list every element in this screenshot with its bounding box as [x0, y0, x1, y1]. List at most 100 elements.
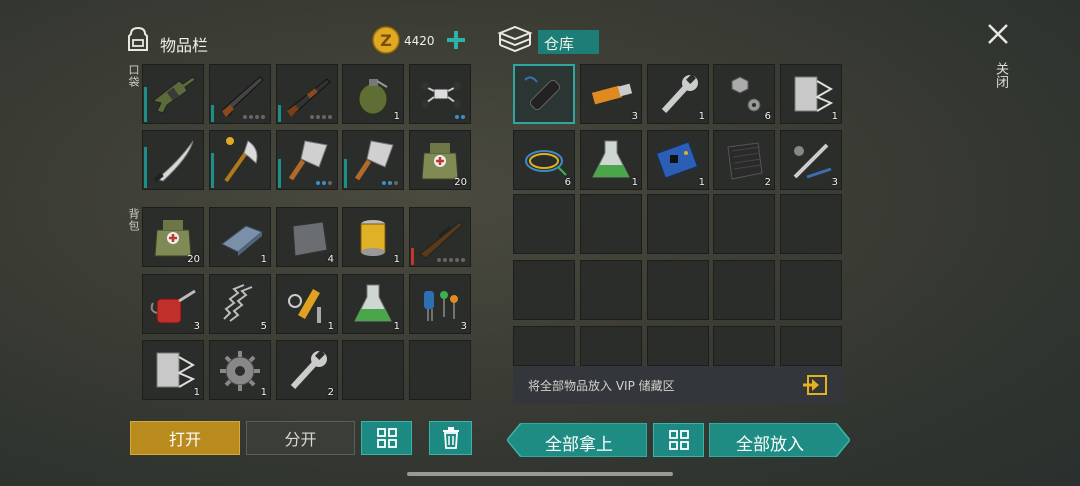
item-slot[interactable]: 6 [713, 64, 775, 124]
item-count: 3 [460, 321, 467, 332]
item-count: 3 [193, 321, 200, 332]
close-icon [988, 24, 1008, 44]
item-count: 1 [193, 387, 200, 398]
item-slot[interactable]: 2 [276, 340, 338, 400]
gear-icon [220, 351, 260, 391]
item-count: 1 [393, 254, 400, 265]
empty-slot[interactable] [513, 260, 575, 320]
item-slot[interactable] [409, 64, 471, 124]
item-count: 1 [393, 321, 400, 332]
upgrade-dots [437, 258, 465, 262]
cleaver-icon [288, 140, 328, 181]
item-slot[interactable] [209, 130, 271, 190]
put-all-button[interactable]: 全部放入 [709, 423, 850, 457]
item-slot[interactable]: 20 [409, 130, 471, 190]
metal-plate-icon [292, 221, 328, 257]
item-slot[interactable]: 3 [142, 274, 204, 334]
item-count: 3 [831, 177, 838, 188]
item-slot[interactable]: 1 [342, 64, 404, 124]
storage-sort-button[interactable] [653, 423, 704, 457]
empty-slot[interactable] [513, 194, 575, 254]
pump-shotgun-icon [287, 78, 331, 117]
upgrade-dots [316, 181, 332, 185]
item-slot[interactable]: 1 [780, 64, 842, 124]
item-slot[interactable]: 1 [342, 274, 404, 334]
item-slot[interactable] [513, 64, 575, 124]
svg-text:Z: Z [380, 31, 392, 50]
item-slot[interactable] [142, 64, 204, 124]
split-button[interactable]: 分开 [246, 421, 355, 455]
add-coins-button[interactable] [446, 30, 466, 50]
pocket-label: 口袋 [127, 64, 140, 88]
item-slot[interactable] [409, 207, 471, 267]
circuit-board-icon [655, 141, 699, 179]
empty-slot[interactable] [713, 194, 775, 254]
arrow-right-icon[interactable] [802, 374, 828, 396]
duct-tape-icon [156, 352, 196, 388]
storage-tab[interactable]: 仓库 [538, 30, 599, 54]
empty-slot[interactable] [647, 194, 709, 254]
take-all-button[interactable]: 全部拿上 [507, 423, 647, 457]
empty-slot[interactable] [780, 194, 842, 254]
empty-slot[interactable] [647, 326, 709, 366]
item-count: 20 [187, 254, 200, 265]
item-slot[interactable]: 1 [647, 64, 709, 124]
item-slot[interactable]: 3 [780, 130, 842, 190]
coin-count: 4420 [404, 34, 435, 48]
item-slot[interactable]: 20 [142, 207, 204, 267]
empty-slot[interactable] [780, 326, 842, 366]
empty-slot[interactable] [580, 260, 642, 320]
durability-bar [344, 159, 347, 188]
empty-slot[interactable] [713, 326, 775, 366]
empty-slot[interactable] [713, 260, 775, 320]
oil-filter-icon [360, 220, 386, 256]
duct-tape-icon [794, 76, 834, 112]
item-count: 2 [764, 177, 771, 188]
item-slot[interactable]: 2 [713, 130, 775, 190]
item-slot[interactable]: 4 [276, 207, 338, 267]
empty-slot[interactable] [580, 326, 642, 366]
item-slot[interactable]: 1 [342, 207, 404, 267]
usb-drive-icon [591, 83, 633, 105]
wires-icon [525, 150, 567, 176]
item-slot[interactable]: 1 [142, 340, 204, 400]
item-slot[interactable]: 1 [209, 340, 271, 400]
item-slot[interactable] [209, 64, 271, 124]
close-button[interactable]: 关闭 [985, 20, 1011, 100]
item-slot[interactable]: 5 [209, 274, 271, 334]
empty-slot[interactable] [780, 260, 842, 320]
durability-bar [278, 159, 281, 188]
empty-slot[interactable] [647, 260, 709, 320]
take-all-label: 全部拿上 [545, 435, 613, 455]
empty-slot[interactable] [580, 194, 642, 254]
rubber-sheet-icon [727, 142, 763, 180]
item-slot[interactable]: 1 [580, 130, 642, 190]
durability-bar [144, 87, 147, 122]
steel-ingot-icon [221, 225, 263, 256]
item-count: 1 [260, 387, 267, 398]
item-count: 1 [831, 111, 838, 122]
item-count: 1 [260, 254, 267, 265]
bolts-icon [731, 76, 761, 112]
chemical-flask-icon [354, 284, 392, 322]
empty-slot[interactable] [409, 340, 471, 400]
empty-slot[interactable] [513, 326, 575, 366]
item-slot[interactable]: 1 [209, 207, 271, 267]
item-slot[interactable]: 1 [647, 130, 709, 190]
item-slot[interactable] [276, 64, 338, 124]
item-slot[interactable] [276, 130, 338, 190]
item-slot[interactable]: 3 [580, 64, 642, 124]
item-slot[interactable] [142, 130, 204, 190]
item-slot[interactable]: 3 [409, 274, 471, 334]
trash-icon [442, 427, 459, 449]
coin-icon: Z [372, 26, 400, 54]
empty-slot[interactable] [342, 340, 404, 400]
delete-button[interactable] [429, 421, 472, 455]
item-slot[interactable] [342, 130, 404, 190]
open-button[interactable]: 打开 [130, 421, 240, 455]
sort-button[interactable] [361, 421, 412, 455]
oil-can-icon [150, 289, 196, 324]
item-slot[interactable]: 6 [513, 130, 575, 190]
vip-store-bar[interactable]: 将全部物品放入 VIP 储藏区 [513, 366, 843, 404]
item-slot[interactable]: 1 [276, 274, 338, 334]
